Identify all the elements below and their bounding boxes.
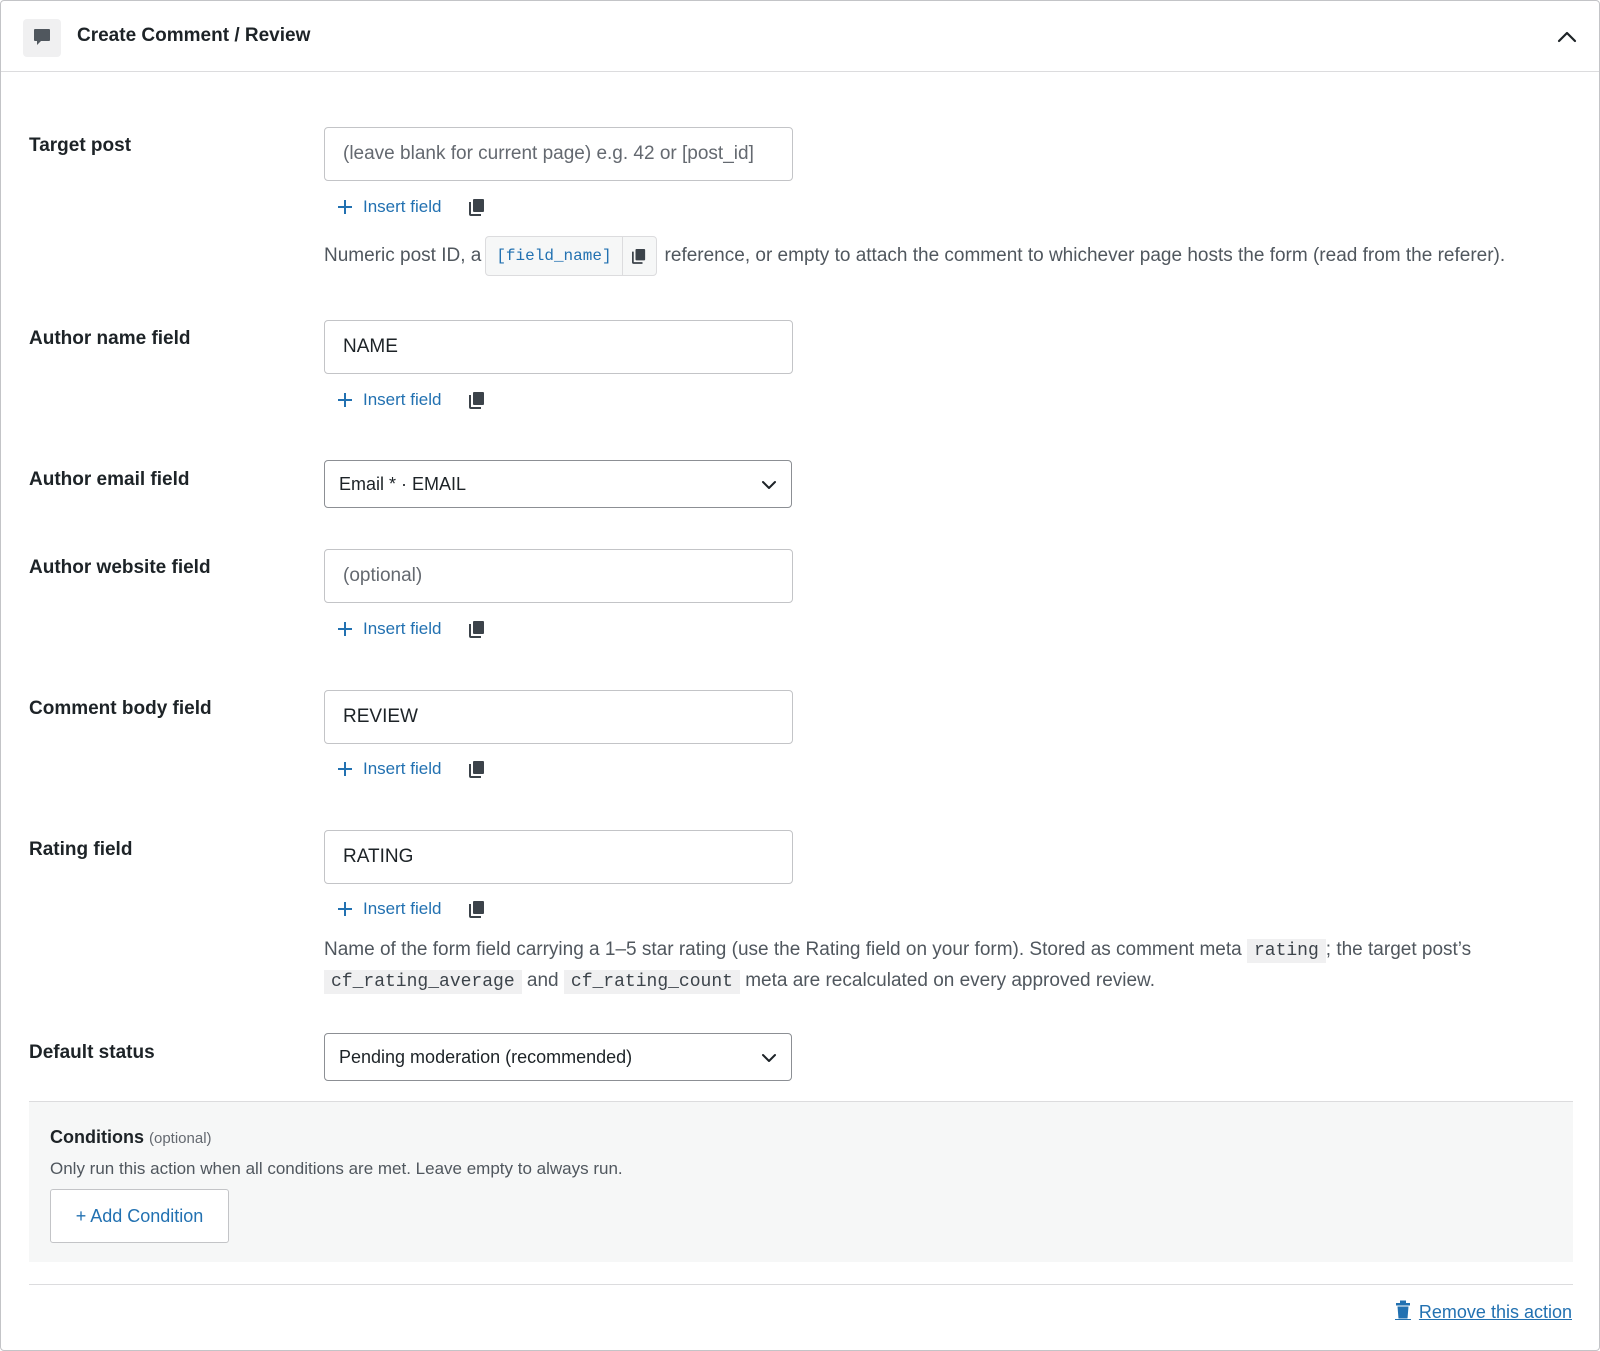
- remove-action-label: Remove this action: [1418, 1302, 1572, 1322]
- copy-icon[interactable]: [469, 620, 485, 638]
- panel-header[interactable]: Create Comment / Review: [1, 1, 1599, 72]
- insert-field-label: Insert field: [363, 759, 442, 778]
- insert-field-row: Insert field: [337, 388, 485, 412]
- comment-body-label: Comment body field: [29, 698, 212, 719]
- conditions-optional: (optional): [149, 1130, 212, 1147]
- help-text: meta are recalculated on every approved …: [745, 970, 1155, 991]
- trash-icon: [1394, 1300, 1411, 1325]
- plus-icon: [337, 392, 353, 408]
- code-rating: rating: [1246, 939, 1326, 963]
- comment-icon: [23, 19, 61, 57]
- plus-icon: [337, 901, 353, 917]
- help-text: reference, or empty to attach the commen…: [664, 245, 1506, 267]
- code-rating-average: cf_rating_average: [324, 970, 522, 994]
- default-status-selected: Pending moderation (recommended): [339, 1046, 633, 1067]
- insert-field-row: Insert field: [337, 897, 485, 921]
- chevron-up-icon[interactable]: [1553, 23, 1581, 51]
- rating-input[interactable]: [324, 830, 793, 884]
- conditions-heading: Conditions: [50, 1127, 144, 1147]
- insert-field-button[interactable]: Insert field: [337, 899, 441, 919]
- insert-field-row: Insert field: [337, 757, 485, 781]
- insert-field-label: Insert field: [363, 619, 442, 638]
- insert-field-row: Insert field: [337, 617, 485, 641]
- rating-label: Rating field: [29, 839, 133, 860]
- code-rating-count: cf_rating_count: [563, 970, 740, 994]
- field-name-chip: [field_name]: [485, 236, 657, 276]
- add-condition-button[interactable]: + Add Condition: [50, 1189, 229, 1243]
- author-name-label: Author name field: [29, 328, 191, 349]
- rating-help: Name of the form field carrying a 1–5 st…: [324, 935, 1574, 997]
- plus-icon: [337, 199, 353, 215]
- author-email-selected: Email * · EMAIL: [339, 473, 467, 494]
- author-email-select[interactable]: Email * · EMAIL: [324, 460, 792, 508]
- panel-title: Create Comment / Review: [77, 25, 311, 46]
- action-panel: Create Comment / Review Target post Inse…: [0, 0, 1600, 1351]
- field-name-code: [field_name]: [496, 247, 612, 265]
- author-website-label: Author website field: [29, 557, 211, 578]
- author-name-input[interactable]: [324, 320, 793, 374]
- default-status-select[interactable]: Pending moderation (recommended): [324, 1033, 792, 1081]
- default-status-label: Default status: [29, 1042, 155, 1063]
- help-text: Numeric post ID, a: [324, 245, 482, 267]
- copy-icon[interactable]: [469, 391, 485, 409]
- remove-action-link[interactable]: Remove this action: [1394, 1300, 1572, 1325]
- help-text: ; the target post’s: [1325, 939, 1472, 960]
- target-post-help: Numeric post ID, a [field_name] reference,…: [324, 236, 1505, 276]
- copy-icon[interactable]: [469, 900, 485, 918]
- insert-field-label: Insert field: [363, 197, 442, 216]
- help-text: and: [526, 970, 559, 991]
- author-website-input[interactable]: [324, 549, 793, 603]
- conditions-title: Conditions (optional): [50, 1127, 212, 1148]
- help-text: Name of the form field carrying a 1–5 st…: [324, 939, 1242, 960]
- conditions-description: Only run this action when all conditions…: [50, 1159, 623, 1178]
- insert-field-button[interactable]: Insert field: [337, 197, 441, 217]
- divider: [29, 1284, 1573, 1285]
- plus-icon: [337, 761, 353, 777]
- copy-icon[interactable]: [469, 760, 485, 778]
- insert-field-button[interactable]: Insert field: [337, 759, 441, 779]
- author-email-label: Author email field: [29, 469, 190, 490]
- plus-icon: [337, 621, 353, 637]
- insert-field-label: Insert field: [363, 390, 442, 409]
- copy-icon[interactable]: [469, 198, 485, 216]
- insert-field-button[interactable]: Insert field: [337, 390, 441, 410]
- comment-body-input[interactable]: [324, 690, 793, 744]
- target-post-input[interactable]: [324, 127, 793, 181]
- copy-icon[interactable]: [621, 237, 656, 275]
- insert-field-label: Insert field: [363, 899, 442, 918]
- chevron-down-icon: [761, 1047, 777, 1068]
- insert-field-button[interactable]: Insert field: [337, 619, 441, 639]
- target-post-label: Target post: [29, 135, 132, 156]
- insert-field-row: Insert field: [337, 195, 485, 219]
- chevron-down-icon: [761, 474, 777, 495]
- conditions-panel: Conditions (optional) Only run this acti…: [29, 1101, 1573, 1262]
